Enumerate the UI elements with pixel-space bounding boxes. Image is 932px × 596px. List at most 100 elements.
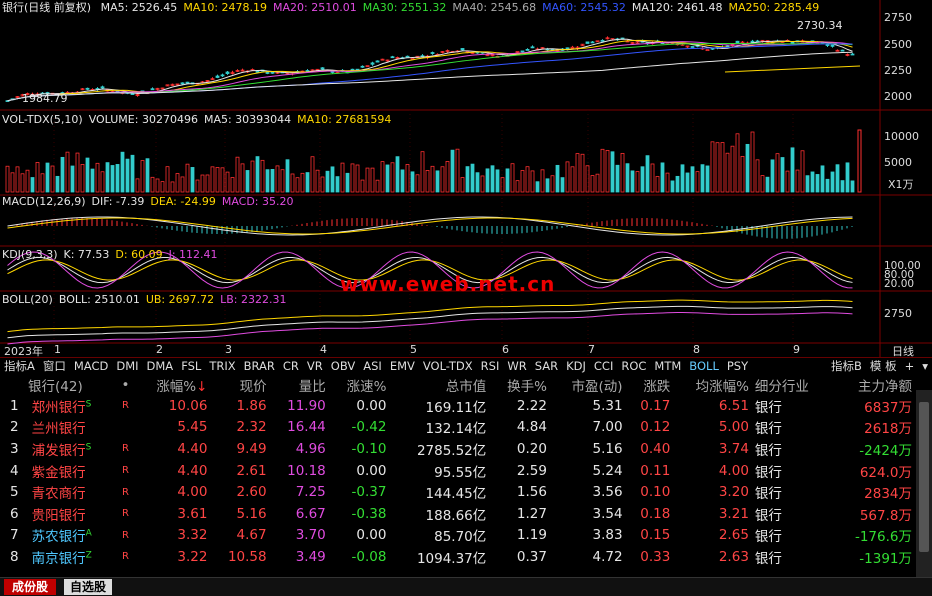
x-axis-month: 3 (225, 343, 232, 356)
volume-bar (555, 164, 560, 193)
tab-cci[interactable]: CCI (590, 358, 617, 374)
column-header[interactable]: 涨幅%↓ (135, 374, 211, 395)
candle (410, 57, 415, 60)
volume-bar (810, 171, 815, 193)
table-cell: 0.00 (356, 462, 387, 479)
table-row[interactable]: 6 贵阳银行 R 3.61 5.16 6.67 -0.38 188.66亿 1.27 3.54 0.… (0, 503, 915, 525)
table-cell: 85.70亿 (434, 529, 487, 546)
stock-name[interactable]: 紫金银行 (32, 465, 86, 481)
tab-sar[interactable]: SAR (531, 358, 562, 374)
stock-name[interactable]: 贵阳银行 (32, 508, 86, 524)
column-header[interactable]: 涨速% (329, 374, 390, 395)
column-header[interactable]: 主力净额 (831, 374, 915, 395)
stock-name[interactable]: 苏农银行 (32, 529, 86, 545)
tab-constituents[interactable]: 成份股 (4, 579, 57, 595)
column-header[interactable]: 银行(42) (0, 374, 116, 395)
table-cell: 4.67 (236, 527, 267, 544)
tab-emv[interactable]: EMV (386, 358, 419, 374)
tab-指标a[interactable]: 指标A (0, 358, 39, 374)
tab-asi[interactable]: ASI (359, 358, 386, 374)
tab-right-item[interactable]: ▾ (918, 358, 932, 374)
volume-bar (685, 172, 690, 193)
tab-cr[interactable]: CR (279, 358, 303, 374)
table-row[interactable]: 8 南京银行Z R 3.22 10.58 3.49 -0.08 1094.37亿 0.37 4.7… (0, 546, 915, 568)
table-scrollbar[interactable] (916, 390, 932, 577)
price-tick: 2750 (884, 11, 912, 24)
table-cell: 95.55亿 (434, 464, 487, 481)
table-row[interactable]: 3 浦发银行S R 4.40 9.49 4.96 -0.10 2785.52亿 0.20 5.16… (0, 438, 915, 460)
volume-bar (230, 177, 235, 193)
ma-label: MA40: 2545.68 (452, 1, 537, 14)
tab-vol-tdx[interactable]: VOL-TDX (419, 358, 477, 374)
table-cell: 0.00 (356, 397, 387, 414)
table-row[interactable]: 5 青农商行 R 4.00 2.60 7.25 -0.37 144.45亿 1.56 3.56 0.… (0, 481, 915, 503)
table-cell: 3.70 (295, 527, 326, 544)
tab-macd[interactable]: MACD (70, 358, 112, 374)
volume-bar (680, 164, 685, 193)
column-header[interactable]: 换手% (489, 374, 550, 395)
x-axis-month: 5 (410, 343, 417, 356)
x-axis-month: 6 (502, 343, 509, 356)
column-header[interactable]: • (116, 374, 135, 395)
volume-bar (60, 156, 65, 193)
tab-trix[interactable]: TRIX (205, 358, 239, 374)
column-header[interactable]: 市盈(动) (550, 374, 626, 395)
volume-bar (460, 177, 465, 193)
tab-right-item[interactable]: 指标B (827, 358, 866, 374)
table-cell: 银行 (754, 529, 782, 546)
stock-name[interactable]: 郑州银行 (32, 400, 86, 416)
column-header[interactable]: 细分行业 (752, 374, 831, 395)
kdj-header: KDJ(9,3,3) K: 77.53 D: 60.09 J: 112.41 (2, 248, 224, 262)
tab-watchlist[interactable]: 自选股 (64, 579, 113, 595)
table-row[interactable]: 1 郑州银行S R 10.06 1.86 11.90 0.00 169.11亿 2.22 5.31… (0, 395, 915, 417)
column-header[interactable]: 涨跌 (626, 374, 674, 395)
column-header[interactable]: 总市值 (389, 374, 489, 395)
tab-wr[interactable]: WR (503, 358, 530, 374)
stock-name[interactable]: 青农商行 (32, 486, 86, 502)
tab-roc[interactable]: ROC (617, 358, 650, 374)
column-header[interactable]: 均涨幅% (673, 374, 752, 395)
tab-mtm[interactable]: MTM (650, 358, 685, 374)
volume-bar (340, 162, 345, 193)
column-header[interactable]: 现价 (210, 374, 269, 395)
volume-bar (280, 169, 285, 193)
table-cell: R (122, 400, 129, 412)
candle (180, 82, 185, 85)
column-header[interactable]: 量比 (270, 374, 329, 395)
candle (270, 71, 275, 74)
tab-right-item[interactable]: 模 板 (866, 358, 901, 374)
tab-right-item[interactable]: + (901, 358, 919, 374)
tab-rsi[interactable]: RSI (477, 358, 504, 374)
table-row[interactable]: 7 苏农银行A R 3.32 4.67 3.70 0.00 85.70亿 1.19 3.83 0.1… (0, 525, 915, 547)
tab-dmi[interactable]: DMI (112, 358, 142, 374)
stock-name[interactable]: 南京银行 (32, 551, 86, 567)
volume-bar (490, 165, 495, 193)
tab-brar[interactable]: BRAR (240, 358, 279, 374)
table-cell: 188.66亿 (425, 507, 487, 524)
volume-bar (150, 176, 155, 193)
tab-dma[interactable]: DMA (143, 358, 178, 374)
volume-bar (115, 164, 120, 193)
tab-fsl[interactable]: FSL (177, 358, 205, 374)
candle (375, 60, 380, 63)
table-row[interactable]: 4 紫金银行 R 4.40 2.61 10.18 0.00 95.55亿 2.59 5.24 0.1… (0, 460, 915, 482)
stock-name[interactable]: 浦发银行 (32, 443, 86, 459)
macd-header: MACD(12,26,9) DIF: -7.39 DEA: -24.99 MACD: … (2, 195, 300, 209)
table-row[interactable]: 2 兰州银行 5.45 2.32 16.44 -0.42 132.14亿 4.84 7.00 0.… (0, 417, 915, 439)
tab-boll[interactable]: BOLL (685, 358, 723, 374)
candle (690, 46, 695, 48)
bottom-tab-bar: 成份股 自选股 (0, 577, 932, 596)
tab-vr[interactable]: VR (303, 358, 327, 374)
tab-psy[interactable]: PSY (723, 358, 752, 374)
tab-obv[interactable]: OBV (327, 358, 359, 374)
candle (265, 72, 270, 74)
stock-name[interactable]: 兰州银行 (32, 421, 86, 437)
volume-bar (345, 172, 350, 193)
tab-kdj[interactable]: KDJ (562, 358, 590, 374)
tab-窗口[interactable]: 窗口 (39, 358, 70, 374)
scrollbar-thumb[interactable] (919, 402, 929, 552)
volume-bar (795, 169, 800, 193)
candle (390, 56, 395, 59)
volume-bar (350, 163, 355, 193)
volume-bar (495, 169, 500, 193)
